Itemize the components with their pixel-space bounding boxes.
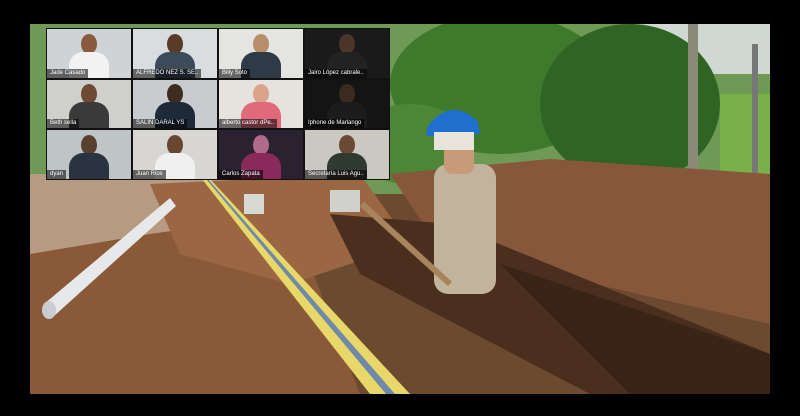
participant-tile[interactable]: dyan — [47, 130, 131, 179]
participant-tile[interactable]: Jairo López cabrale.. — [305, 29, 389, 78]
participant-name: Juan Rios — [133, 170, 166, 179]
participant-name: Secretaría Luis Agu.. — [305, 170, 367, 179]
tree-trunk — [752, 44, 758, 194]
participant-name: Jade Casado — [47, 68, 89, 78]
participant-name: Beth sella — [47, 119, 80, 129]
pipe-end — [42, 301, 56, 319]
participant-tile[interactable]: Iphone de Marlango — [305, 79, 389, 129]
participant-tile[interactable]: Beth sella — [47, 79, 131, 129]
participant-name: alberto castor dPe.. — [219, 119, 278, 129]
participant-name: ALFREDO NEZ S. SE.. — [133, 68, 202, 78]
neck-cloth — [434, 132, 474, 150]
participant-tile[interactable]: Juan Rios — [133, 130, 217, 179]
participant-name: dyan — [47, 170, 67, 179]
participant-tile-active[interactable]: ALFREDO NEZ S. SE.. — [133, 29, 217, 78]
video-call-grid: Jade Casado ALFREDO NEZ S. SE.. Billy So… — [46, 28, 390, 180]
participant-name: SALIN DARAL YS — [133, 119, 188, 129]
tree-trunk — [688, 24, 698, 194]
video-frame: Jade Casado ALFREDO NEZ S. SE.. Billy So… — [30, 24, 770, 394]
participant-tile[interactable]: alberto castor dPe.. — [219, 79, 303, 129]
participant-tile[interactable]: Secretaría Luis Agu.. — [305, 130, 389, 179]
participant-name: Iphone de Marlango — [305, 119, 365, 129]
participant-tile[interactable]: Billy Soto — [219, 29, 303, 78]
participant-name: Jairo López cabrale.. — [305, 68, 367, 78]
participant-tile[interactable]: Carlos Zapata — [219, 130, 303, 179]
participant-tile[interactable]: SALIN DARAL YS — [133, 79, 217, 129]
participant-tile[interactable]: Jade Casado — [47, 29, 131, 78]
shovel-blade — [330, 190, 360, 212]
participant-name: Carlos Zapata — [219, 170, 263, 179]
shovel-in-soil — [244, 194, 264, 214]
grass-field — [720, 94, 770, 184]
participant-name: Billy Soto — [219, 68, 251, 78]
